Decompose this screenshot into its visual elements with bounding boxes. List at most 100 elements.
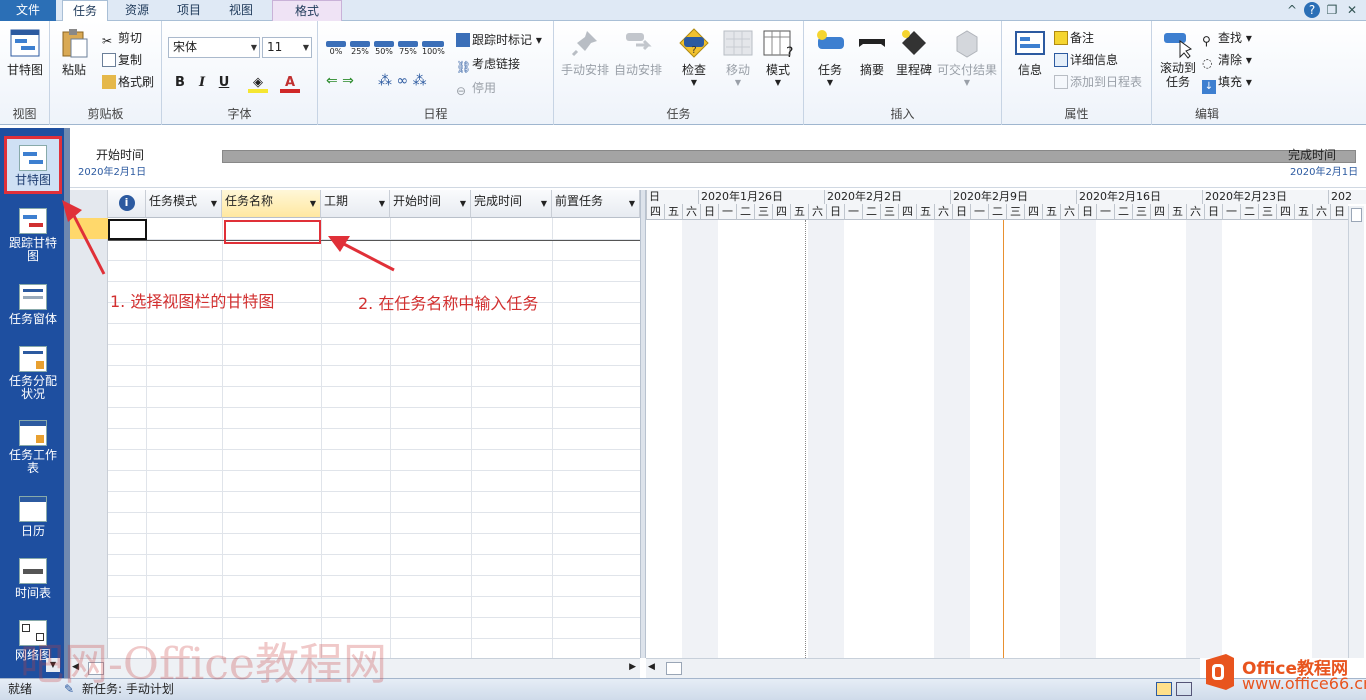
nav-item-gantt[interactable]: 甘特图 bbox=[4, 136, 62, 194]
copy-button[interactable]: 复制 bbox=[102, 51, 142, 68]
weekend-column bbox=[952, 220, 970, 658]
column-line bbox=[471, 218, 472, 658]
move-button[interactable]: 移动 ▼ bbox=[720, 27, 756, 87]
inactivate-button[interactable]: ⊖ 停用 bbox=[456, 79, 496, 98]
bold-button[interactable]: B bbox=[170, 73, 190, 93]
track-mark-button[interactable]: 跟踪时标记 ▾ bbox=[456, 31, 542, 48]
insert-summary-button[interactable]: 摘要 bbox=[854, 27, 890, 78]
fill-down-icon: ↓ bbox=[1202, 80, 1216, 94]
nav-item-task-usage[interactable]: 任务分配状况 bbox=[4, 346, 62, 401]
insert-deliverable-button[interactable]: 可交付结果 ▼ bbox=[936, 27, 998, 87]
annotation-step2: 2. 在任务名称中输入任务 bbox=[358, 294, 539, 313]
timescale-day: 四 bbox=[646, 204, 664, 220]
column-indicators[interactable]: i bbox=[108, 190, 146, 218]
timescale-day: 四 bbox=[1150, 204, 1168, 220]
font-family-select[interactable]: 宋体 ▼ bbox=[168, 37, 260, 58]
column-predecessors[interactable]: 前置任务 ▼ bbox=[552, 190, 640, 218]
active-cell[interactable] bbox=[108, 219, 147, 240]
minimize-ribbon-icon[interactable]: ^ bbox=[1284, 2, 1300, 18]
pct-100-button[interactable]: 100% bbox=[422, 41, 445, 56]
task-name-highlight-box bbox=[224, 220, 321, 244]
close-icon[interactable]: ✕ bbox=[1344, 2, 1360, 18]
timescale-day: 日 bbox=[1204, 204, 1222, 220]
row-line bbox=[108, 428, 640, 429]
timescale-day: 五 bbox=[664, 204, 682, 220]
row-line bbox=[108, 449, 640, 450]
nav-item-task-form[interactable]: 任务窗体 bbox=[4, 284, 62, 326]
scroll-thumb[interactable] bbox=[1351, 208, 1362, 222]
info-icon bbox=[1015, 31, 1045, 55]
info-button[interactable]: 信息 bbox=[1012, 27, 1048, 78]
fill-button[interactable]: ↓ 填充 ▾ bbox=[1202, 73, 1252, 94]
link-tasks-button[interactable]: ⁂ ∞ ⁂ bbox=[378, 73, 427, 89]
mode-button[interactable]: ? 模式 ▼ bbox=[760, 27, 796, 87]
insert-task-button[interactable]: 任务 ▼ bbox=[812, 27, 848, 87]
pct-50-button[interactable]: 50% bbox=[374, 41, 394, 56]
pct-75-button[interactable]: 75% bbox=[398, 41, 418, 56]
column-finish[interactable]: 完成时间 ▼ bbox=[471, 190, 552, 218]
scroll-to-task-button[interactable]: 滚动到 任务 bbox=[1158, 27, 1198, 89]
outdent-icon: ⇐ ⇒ bbox=[326, 73, 354, 89]
nav-item-tracking-gantt[interactable]: 跟踪甘特图 bbox=[4, 208, 62, 263]
timeline-bar[interactable] bbox=[222, 150, 1356, 163]
details-button[interactable]: 详细信息 bbox=[1054, 51, 1118, 68]
chevron-down-icon: ▼ bbox=[628, 199, 635, 208]
scroll-left-icon[interactable]: ◀ bbox=[648, 662, 655, 672]
tab-project[interactable]: 项目 bbox=[166, 0, 212, 21]
tab-format[interactable]: 格式 bbox=[272, 0, 342, 21]
scroll-right-icon[interactable]: ▶ bbox=[629, 662, 636, 672]
weekend-column bbox=[1312, 220, 1330, 658]
highlight-color-button[interactable]: ◈ bbox=[248, 73, 268, 93]
project-start-line bbox=[805, 220, 806, 658]
scroll-thumb[interactable] bbox=[666, 662, 682, 675]
insert-milestone-button[interactable]: 里程碑 bbox=[894, 27, 934, 78]
sheet-view-shortcut-icon[interactable] bbox=[1176, 682, 1192, 696]
cut-button[interactable]: ✂ 剪切 bbox=[102, 29, 142, 48]
tab-task[interactable]: 任务 bbox=[62, 0, 108, 22]
tab-view[interactable]: 视图 bbox=[218, 0, 264, 21]
row-line bbox=[108, 554, 640, 555]
pct-25-button[interactable]: 25% bbox=[350, 41, 370, 56]
italic-button[interactable]: I bbox=[192, 73, 212, 93]
restore-icon[interactable]: ❐ bbox=[1324, 2, 1340, 18]
row-line bbox=[108, 407, 640, 408]
vertical-scrollbar[interactable] bbox=[1348, 206, 1364, 658]
timescale-day: 一 bbox=[844, 204, 862, 220]
row-line bbox=[108, 365, 640, 366]
column-task-mode[interactable]: 任务模式 ▼ bbox=[146, 190, 222, 218]
format-painter-button[interactable]: 格式刷 bbox=[102, 73, 154, 90]
add-to-timeline-button[interactable]: 添加到日程表 bbox=[1054, 73, 1142, 90]
underline-button[interactable]: U bbox=[214, 73, 234, 93]
tab-file[interactable]: 文件 bbox=[0, 0, 56, 21]
pct-0-button[interactable]: 0% bbox=[326, 41, 346, 56]
inspect-button[interactable]: ? 检查 ▼ bbox=[676, 27, 712, 87]
clear-button[interactable]: ◌ 清除 ▾ bbox=[1202, 51, 1252, 70]
gantt-view-button[interactable]: 甘特图 bbox=[4, 27, 46, 78]
paste-button[interactable]: 粘贴 bbox=[56, 27, 92, 78]
column-task-name[interactable]: 任务名称 ▼ bbox=[222, 190, 321, 218]
nav-item-timeline[interactable]: 时间表 bbox=[4, 558, 62, 600]
details-icon bbox=[1054, 53, 1068, 67]
fill-bucket-icon: ◈ bbox=[253, 75, 263, 90]
manual-schedule-button[interactable]: 手动安排 bbox=[560, 27, 610, 78]
timescale-day: 五 bbox=[916, 204, 934, 220]
help-icon[interactable]: ? bbox=[1304, 2, 1320, 18]
font-color-button[interactable]: A bbox=[280, 73, 300, 93]
nav-item-task-sheet[interactable]: 任务工作表 bbox=[4, 420, 62, 475]
row-line bbox=[108, 512, 640, 513]
auto-schedule-button[interactable]: 自动安排 bbox=[612, 27, 664, 78]
nav-item-calendar[interactable]: 日历 bbox=[4, 496, 62, 538]
column-start[interactable]: 开始时间 ▼ bbox=[390, 190, 471, 218]
gantt-view-shortcut-icon[interactable] bbox=[1156, 682, 1172, 696]
timeline-end-label: 完成时间 bbox=[1288, 148, 1337, 162]
outdent-button[interactable]: ⇐ ⇒ bbox=[326, 73, 354, 89]
tab-resource[interactable]: 资源 bbox=[114, 0, 160, 21]
chevron-down-icon: ▼ bbox=[302, 43, 309, 52]
font-size-select[interactable]: 11 ▼ bbox=[262, 37, 312, 58]
notes-button[interactable]: 备注 bbox=[1054, 29, 1094, 46]
gantt-chart: 日 2020年1月26日 2020年2月2日 2020年2月9日 2020年2月16日 2… bbox=[646, 190, 1366, 658]
chart-hscrollbar[interactable]: ◀ bbox=[646, 658, 1200, 678]
column-duration[interactable]: 工期 ▼ bbox=[321, 190, 390, 218]
find-button[interactable]: ⚲ 查找 ▾ bbox=[1202, 29, 1252, 48]
respect-links-button[interactable]: ⛓考虑链接 bbox=[456, 55, 520, 74]
